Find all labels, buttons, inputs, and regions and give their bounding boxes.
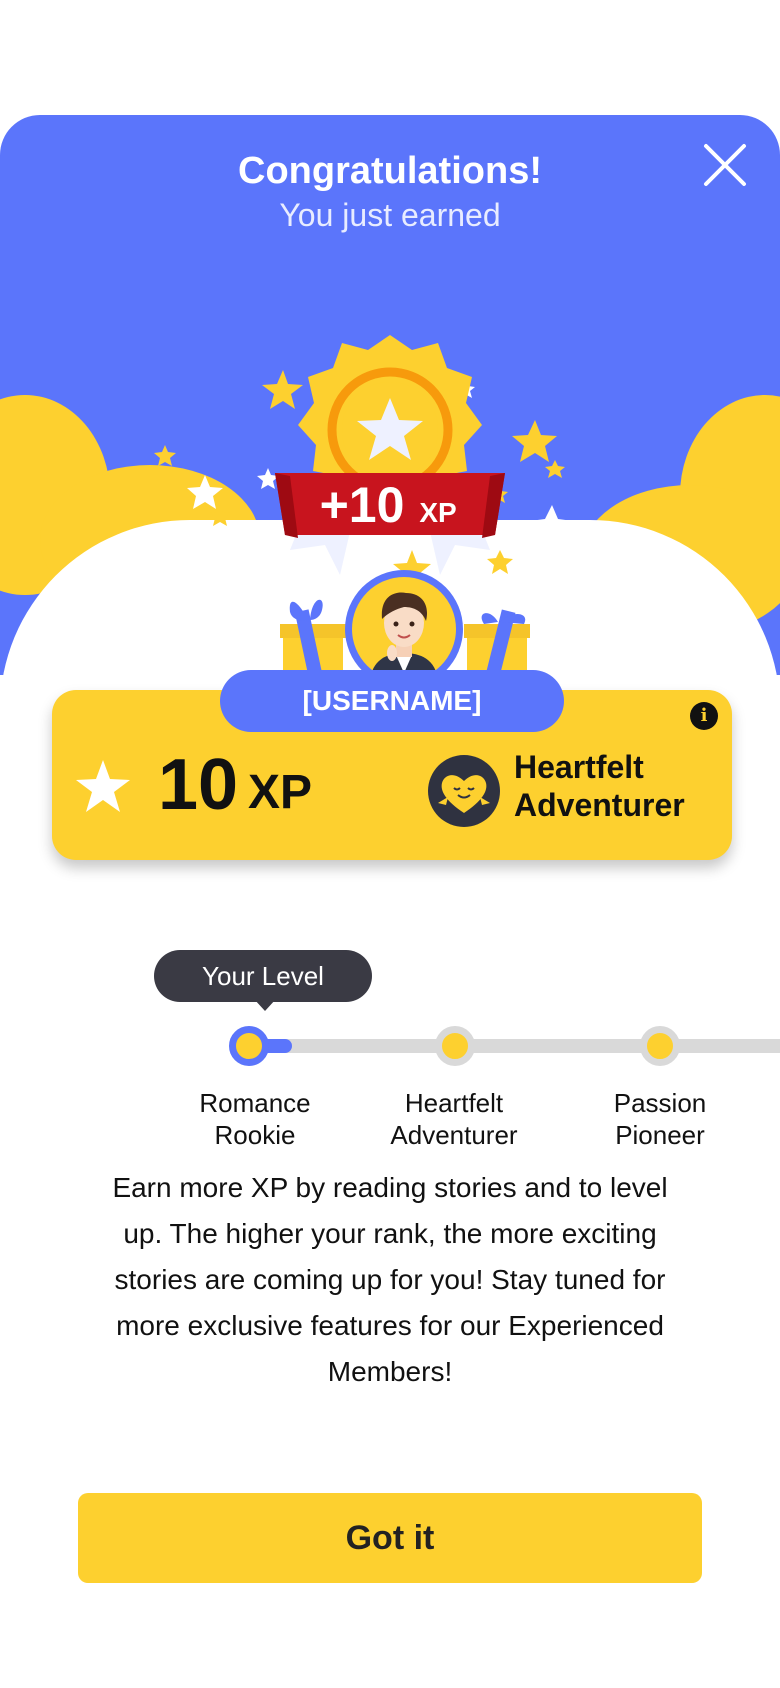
got-it-button[interactable]: Got it <box>78 1493 702 1583</box>
level-progress-track <box>250 1039 780 1053</box>
sparkle-star <box>530 505 573 546</box>
your-level-tooltip: Your Level <box>154 950 372 1002</box>
sparkle-star <box>209 505 231 526</box>
earned-subtitle: You just earned <box>279 197 501 233</box>
close-button[interactable] <box>700 140 750 190</box>
rank-name-line2: Adventurer <box>514 787 685 823</box>
level-label-romance-rookie: Romance Rookie <box>199 1088 311 1150</box>
description-text: Earn more XP by reading stories and to l… <box>112 1172 668 1387</box>
congrats-title: Congratulations! <box>238 150 542 192</box>
medal-badge-icon: +10 XP <box>154 335 573 586</box>
level-node-romance-rookie <box>229 1026 269 1066</box>
level-node-passion-pioneer <box>640 1026 680 1066</box>
sparkle-star <box>249 540 271 561</box>
tooltip-arrow <box>254 999 276 1011</box>
rank-name-line1: Heartfelt <box>514 749 644 785</box>
sparkle-star <box>154 445 176 466</box>
username-pill: [USERNAME] <box>220 670 564 732</box>
sparkle-star <box>257 468 279 489</box>
reward-modal: Congratulations! You just earned +10 XP … <box>0 115 780 1688</box>
sparkle-star <box>512 420 557 462</box>
sparkle-star <box>545 460 565 478</box>
level-node-heartfelt-adventurer <box>435 1026 475 1066</box>
sparkle-star <box>262 370 303 409</box>
rank-name: Heartfelt Adventurer <box>514 748 724 824</box>
sparkle-star <box>187 475 223 509</box>
avatar-icon <box>370 592 438 681</box>
level-label-passion-pioneer: Passion Pioneer <box>613 1088 707 1150</box>
close-icon <box>704 144 746 186</box>
xp-unit: XP <box>248 766 313 819</box>
heart-face-icon <box>428 755 500 827</box>
reward-unit: XP <box>419 497 456 528</box>
xp-value: 10 <box>158 745 239 825</box>
star-icon <box>76 760 130 812</box>
reward-amount: +10 <box>320 477 405 533</box>
info-icon[interactable]: i <box>690 702 718 730</box>
level-label-heartfelt-adventurer: Heartfelt Adventurer <box>390 1088 518 1150</box>
